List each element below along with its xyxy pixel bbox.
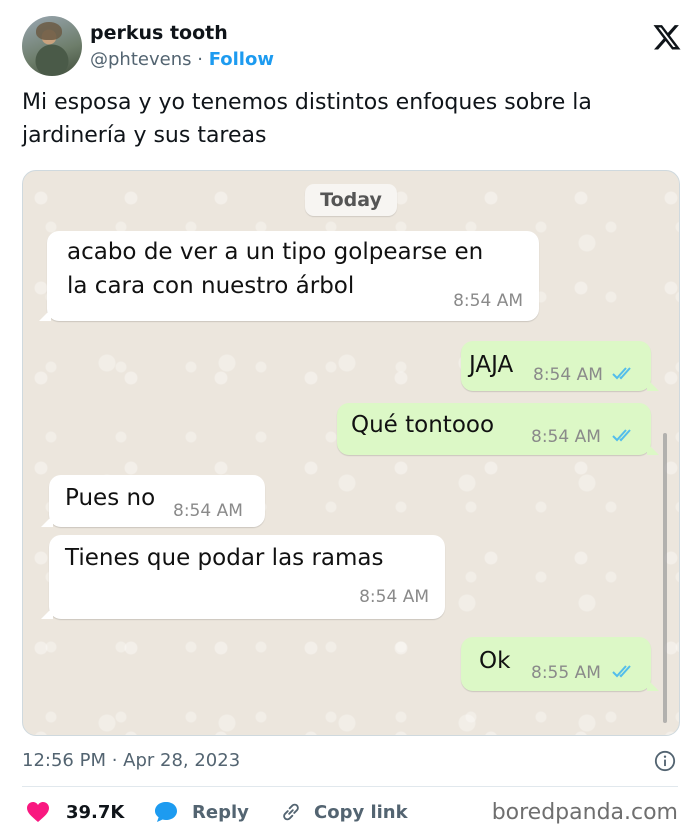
message-time: 8:54 AM xyxy=(531,427,601,447)
scrollbar[interactable] xyxy=(663,433,667,723)
tweet-header: perkus tooth @phtevens · Follow xyxy=(22,16,682,78)
info-icon[interactable] xyxy=(654,750,676,772)
message-text: Qué tontooo xyxy=(351,412,495,438)
message-bubble-incoming: acabo de ver a un tipo golpearse en la c… xyxy=(39,231,539,321)
copy-link-button[interactable]: Copy link xyxy=(280,798,408,826)
reply-button[interactable]: Reply xyxy=(154,798,249,826)
bubble-tail xyxy=(41,607,53,619)
bubble-tail xyxy=(41,515,53,527)
message-text: acabo de ver a un tipo golpearse en xyxy=(67,239,484,265)
date-chip: Today xyxy=(305,184,397,216)
tweet-meta: 12:56 PM · Apr 28, 2023 xyxy=(22,748,678,774)
message-bubble-outgoing: Qué tontooo 8:54 AM xyxy=(337,403,659,455)
separator: · xyxy=(197,49,203,70)
handle[interactable]: @phtevens xyxy=(90,49,191,70)
like-button[interactable]: 39.7K xyxy=(26,798,124,826)
message-bubble-incoming: Pues no 8:54 AM xyxy=(41,475,265,527)
message-text: Pues no xyxy=(65,485,156,511)
tweet-text: Mi esposa y yo tenemos distintos enfoque… xyxy=(22,90,592,148)
like-count: 39.7K xyxy=(66,801,125,823)
message-time: 8:55 AM xyxy=(531,663,601,683)
message-time: 8:54 AM xyxy=(359,587,429,607)
reply-icon xyxy=(155,802,177,822)
action-bar: 39.7K Reply Copy link boredpanda.com xyxy=(22,798,678,828)
copy-link-label: Copy link xyxy=(314,801,408,823)
message-text: la cara con nuestro árbol xyxy=(67,273,355,299)
avatar[interactable] xyxy=(22,16,82,76)
message-bubble-outgoing: JAJA 8:54 AM xyxy=(461,341,659,391)
double-check-icon xyxy=(612,367,631,380)
message-bubble-outgoing: Ok 8:55 AM xyxy=(461,637,659,691)
double-check-icon xyxy=(612,429,631,442)
bubble-tail xyxy=(647,443,659,455)
message-bubble-incoming: Tienes que podar las ramas 8:54 AM xyxy=(41,535,445,619)
chat-screenshot[interactable]: Today acabo de ver a un tipo golpearse e… xyxy=(22,170,680,736)
link-icon xyxy=(283,803,299,821)
double-check-icon xyxy=(612,665,631,678)
reply-label: Reply xyxy=(192,801,249,823)
message-time: 8:54 AM xyxy=(533,365,603,385)
message-text: Ok xyxy=(479,648,511,674)
bubble-tail xyxy=(647,679,659,691)
handle-row: @phtevens · Follow xyxy=(90,49,274,70)
message-time: 8:54 AM xyxy=(453,291,523,311)
message-text: JAJA xyxy=(469,352,514,378)
bubble-tail xyxy=(647,379,659,391)
divider xyxy=(22,786,678,787)
message-text: Tienes que podar las ramas xyxy=(65,545,384,571)
message-time: 8:54 AM xyxy=(173,501,243,521)
tweet-timestamp[interactable]: 12:56 PM · Apr 28, 2023 xyxy=(22,750,240,771)
bubble-tail xyxy=(39,309,51,321)
display-name[interactable]: perkus tooth xyxy=(90,22,228,44)
watermark: boredpanda.com xyxy=(491,800,678,825)
heart-icon xyxy=(27,802,49,822)
follow-button[interactable]: Follow xyxy=(209,49,274,70)
x-logo-icon[interactable] xyxy=(652,22,682,52)
